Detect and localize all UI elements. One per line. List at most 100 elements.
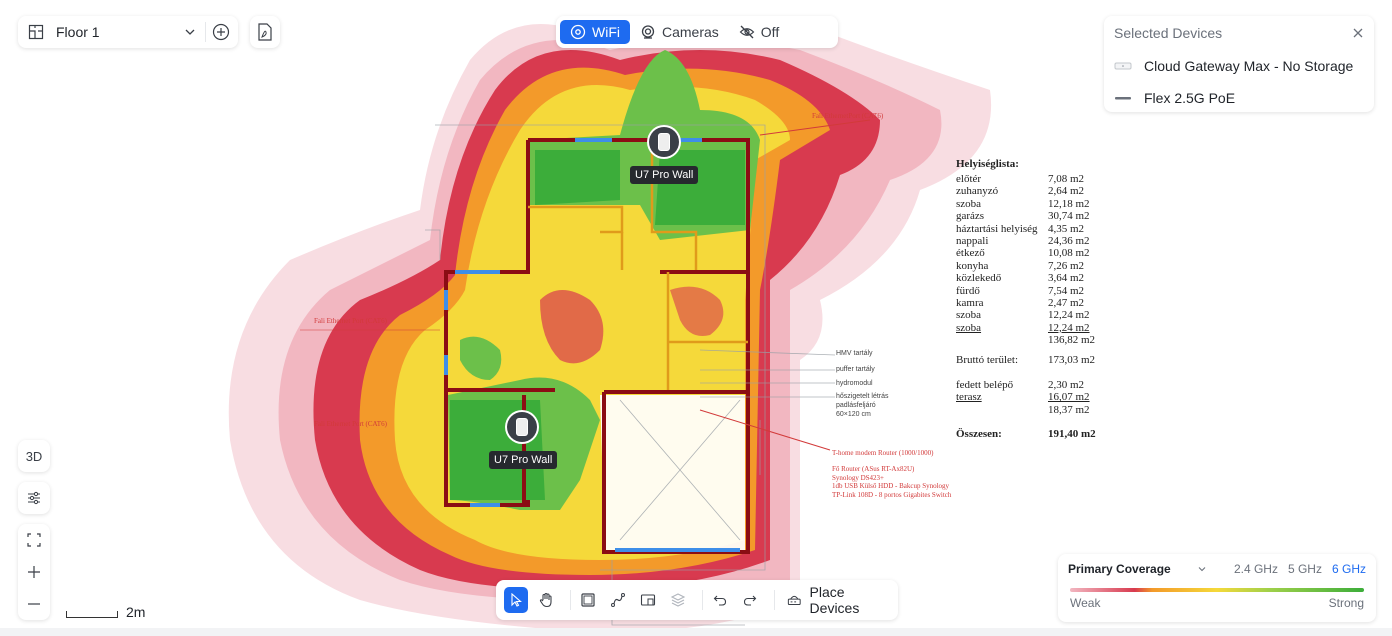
wall-tool-button[interactable]	[606, 587, 630, 613]
band-2-4ghz[interactable]: 2.4 GHz	[1234, 562, 1278, 576]
room-icon	[581, 593, 595, 607]
room-row: étkező 10,08 m2	[956, 247, 1090, 260]
coverage-legend: Primary Coverage 2.4 GHz 5 GHz 6 GHz Wea…	[1058, 554, 1376, 622]
room-list-title: Helyiséglista:	[956, 158, 1019, 170]
sliders-icon	[28, 491, 40, 505]
mode-wifi[interactable]: WiFi	[560, 20, 630, 44]
eye-off-icon	[739, 25, 755, 39]
close-icon[interactable]	[1352, 27, 1364, 39]
door-window-tool-button[interactable]	[636, 587, 660, 613]
redo-button[interactable]	[738, 587, 762, 613]
gateway-icon	[1114, 62, 1132, 70]
select-tool-button[interactable]	[504, 587, 528, 613]
undo-icon	[714, 595, 727, 606]
band-5ghz[interactable]: 5 GHz	[1288, 562, 1322, 576]
divider	[701, 590, 703, 610]
selected-devices-panel: Selected Devices Cloud Gateway Max - No …	[1104, 16, 1374, 112]
ethernet-annotation: Fali Ethernet Port (CAT6)	[314, 317, 387, 325]
layers-button[interactable]	[666, 587, 690, 613]
zoom-controls	[18, 524, 50, 620]
pdf-icon	[258, 23, 272, 41]
selected-devices-title: Selected Devices	[1114, 25, 1223, 41]
side-label: 60×120 cm	[836, 411, 871, 418]
router-annotation: T-home modem Router (1000/1000)	[832, 449, 934, 457]
minus-icon	[28, 603, 40, 605]
brutto-row: Bruttó terület: 173,03 m2	[956, 354, 1096, 367]
selected-device-item[interactable]: Cloud Gateway Max - No Storage	[1104, 50, 1374, 82]
ap-label: U7 Pro Wall	[489, 451, 558, 469]
add-floor-icon[interactable]	[212, 23, 230, 41]
scale-line	[66, 610, 118, 618]
chevron-down-icon[interactable]	[183, 25, 197, 39]
pan-tool-button[interactable]	[534, 587, 558, 613]
side-label: HMV tartály	[836, 350, 873, 357]
room-row: szoba 12,18 m2	[956, 197, 1090, 210]
router-annotation: Synology DS423+	[832, 474, 884, 482]
mode-label: Off	[760, 24, 780, 40]
room-row: közlekedő 3,64 m2	[956, 272, 1085, 285]
side-label: puffer tartály	[836, 366, 875, 373]
device-name: Cloud Gateway Max - No Storage	[1144, 58, 1354, 74]
room-row: szoba 12,24 m2	[956, 309, 1090, 322]
side-label: hőszigetelt létrás	[836, 393, 889, 400]
zoom-out-button[interactable]	[18, 588, 50, 620]
total-row: Összesen: 191,40 m2	[956, 428, 1096, 441]
view-3d-label: 3D	[25, 448, 43, 464]
switch-icon	[1115, 97, 1131, 100]
room-row: kamra 2,47 m2	[956, 296, 1085, 309]
room-row: fürdő 7,54 m2	[956, 284, 1085, 297]
scale-label: 2m	[126, 604, 146, 620]
room-row: nappali 24,36 m2	[956, 234, 1090, 247]
room-row: garázs 30,74 m2	[956, 210, 1090, 223]
router-annotation: Fő Router (ASus RT-Ax82U)	[832, 465, 915, 473]
floor-plan-icon	[28, 24, 44, 40]
place-devices-button[interactable]: Place Devices	[787, 584, 890, 616]
mode-label: Cameras	[662, 24, 719, 40]
camera-icon	[641, 25, 655, 39]
wall-path-icon	[611, 593, 626, 607]
mode-off[interactable]: Off	[729, 20, 789, 44]
room-row: előtér 7,08 m2	[956, 173, 1085, 185]
view-mode-bar: WiFi Cameras Off	[556, 16, 838, 48]
place-devices-icon	[787, 595, 801, 606]
mode-cameras[interactable]: Cameras	[630, 20, 729, 44]
device-name: Flex 2.5G PoE	[1144, 90, 1236, 106]
mode-label: WiFi	[592, 24, 620, 40]
chevron-down-icon[interactable]	[1197, 564, 1207, 574]
scale-bar: 2m	[66, 604, 145, 620]
room-row: szoba 12,24 m2	[956, 321, 1090, 334]
pointer-icon	[511, 593, 522, 607]
side-label: hydromodul	[836, 380, 873, 387]
access-point-icon[interactable]	[507, 412, 537, 442]
selected-device-item[interactable]: Flex 2.5G PoE	[1104, 82, 1374, 114]
router-annotation: 1db USB Külső HDD - Bakcup Synology	[832, 482, 950, 490]
access-point-icon[interactable]	[649, 127, 679, 157]
band-6ghz[interactable]: 6 GHz	[1332, 562, 1366, 576]
fit-screen-icon	[27, 533, 41, 547]
door-window-icon	[640, 594, 655, 606]
ap-label: U7 Pro Wall	[630, 166, 699, 184]
room-list: Helyiséglista: előtér 7,08 m2 zuhanyzó 2,6…	[956, 158, 1096, 440]
undo-button[interactable]	[709, 587, 733, 613]
fit-screen-button[interactable]	[18, 524, 50, 556]
export-pdf-button[interactable]	[250, 16, 280, 48]
strong-label: Strong	[1328, 596, 1364, 610]
room-tool-button[interactable]	[576, 587, 600, 613]
view-3d-button[interactable]: 3D	[18, 440, 50, 472]
terasz-row: terasz 16,07 m2	[956, 391, 1090, 404]
weak-label: Weak	[1070, 596, 1101, 610]
settings-button[interactable]	[18, 482, 50, 514]
divider	[569, 590, 571, 610]
side-label: padlásfeljáró	[836, 402, 876, 409]
band-selector: 2.4 GHz 5 GHz 6 GHz	[1234, 562, 1366, 576]
floor-selector[interactable]: Floor 1	[18, 16, 238, 48]
place-devices-label: Place Devices	[809, 584, 860, 616]
floor-label: Floor 1	[56, 24, 100, 40]
ethernet-annotation: Fali Ethernet Port (CAT6)	[314, 420, 387, 428]
edit-toolbar: Place Devices	[496, 580, 898, 620]
room-row: háztartási helyiség 4,35 m2	[956, 222, 1085, 235]
room-row: konyha 7,26 m2	[956, 259, 1085, 272]
redo-icon	[744, 595, 757, 606]
plus-icon	[28, 566, 40, 578]
zoom-in-button[interactable]	[18, 556, 50, 588]
